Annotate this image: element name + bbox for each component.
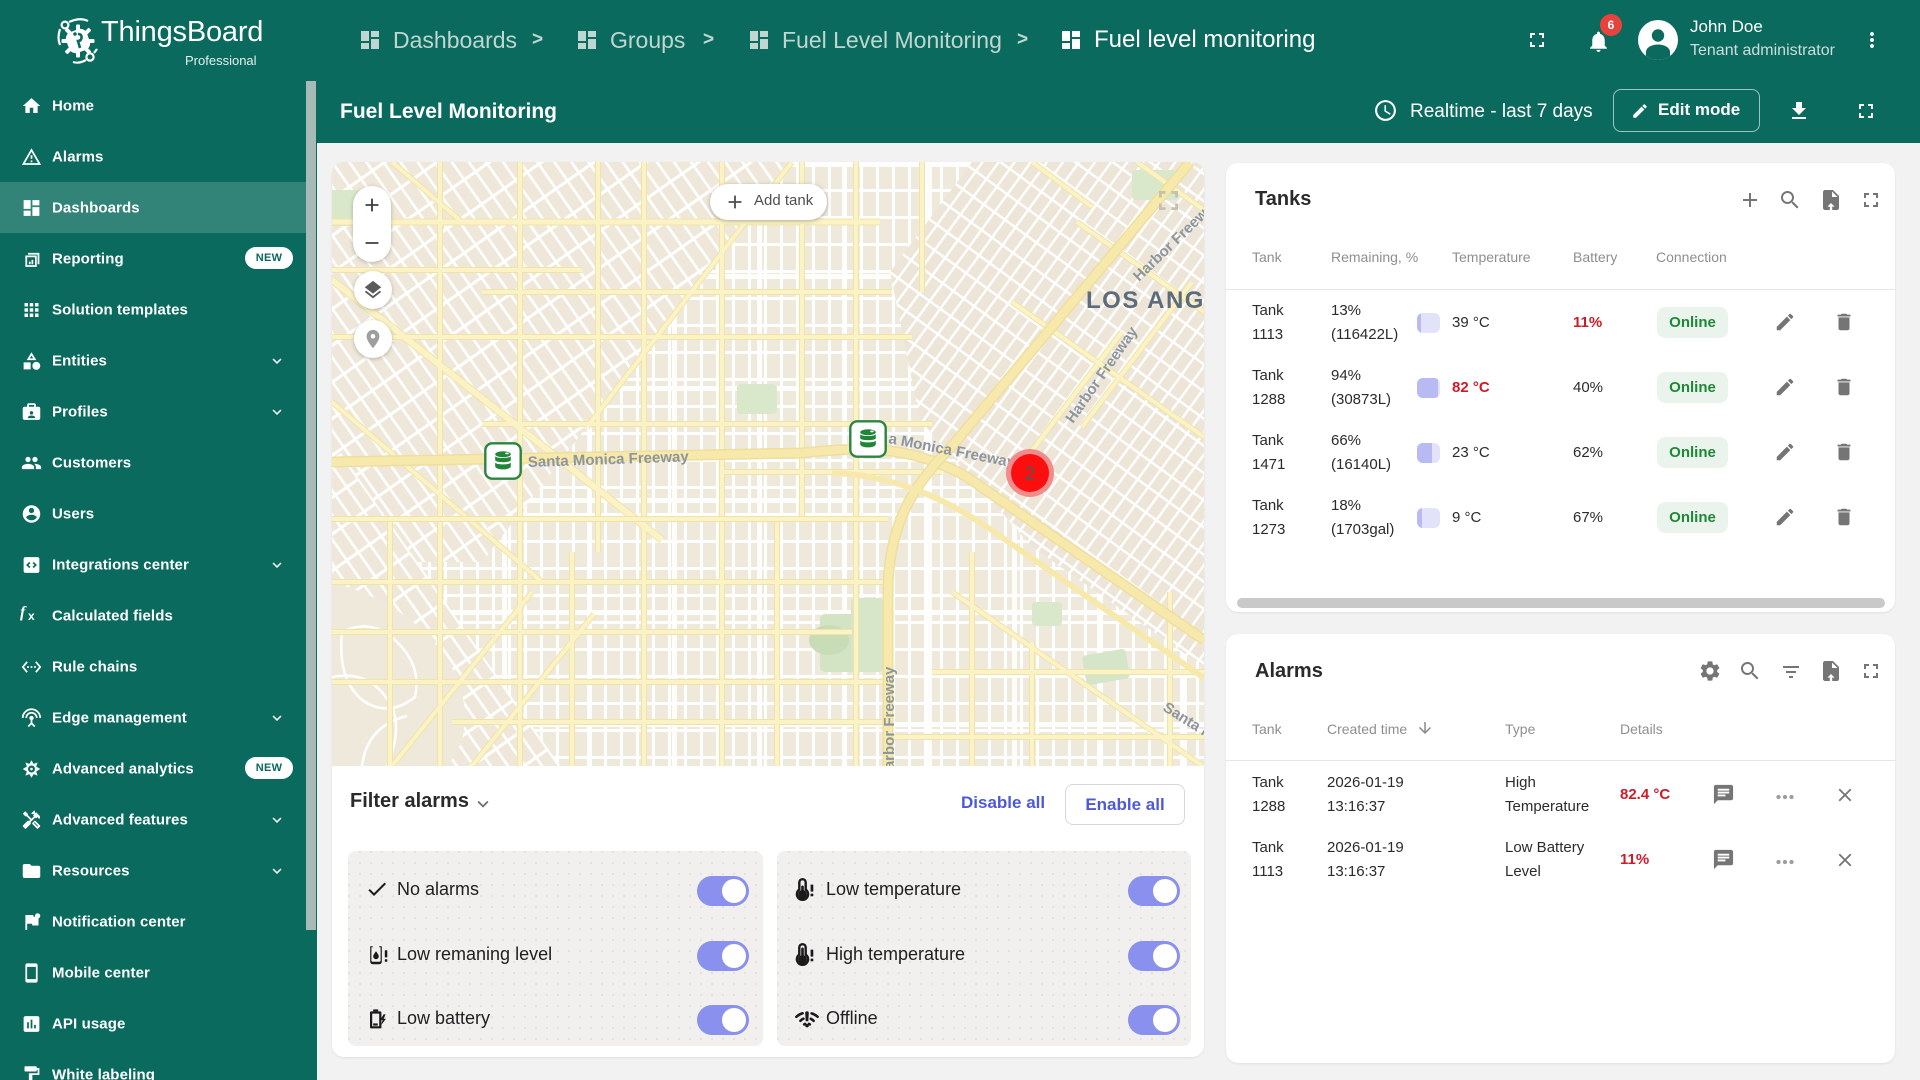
- svg-text:Harbor Freeway: Harbor Freeway: [881, 666, 898, 766]
- svg-text:2: 2: [1025, 464, 1036, 485]
- svg-text:LOS ANGELES: LOS ANGELES: [1086, 287, 1204, 314]
